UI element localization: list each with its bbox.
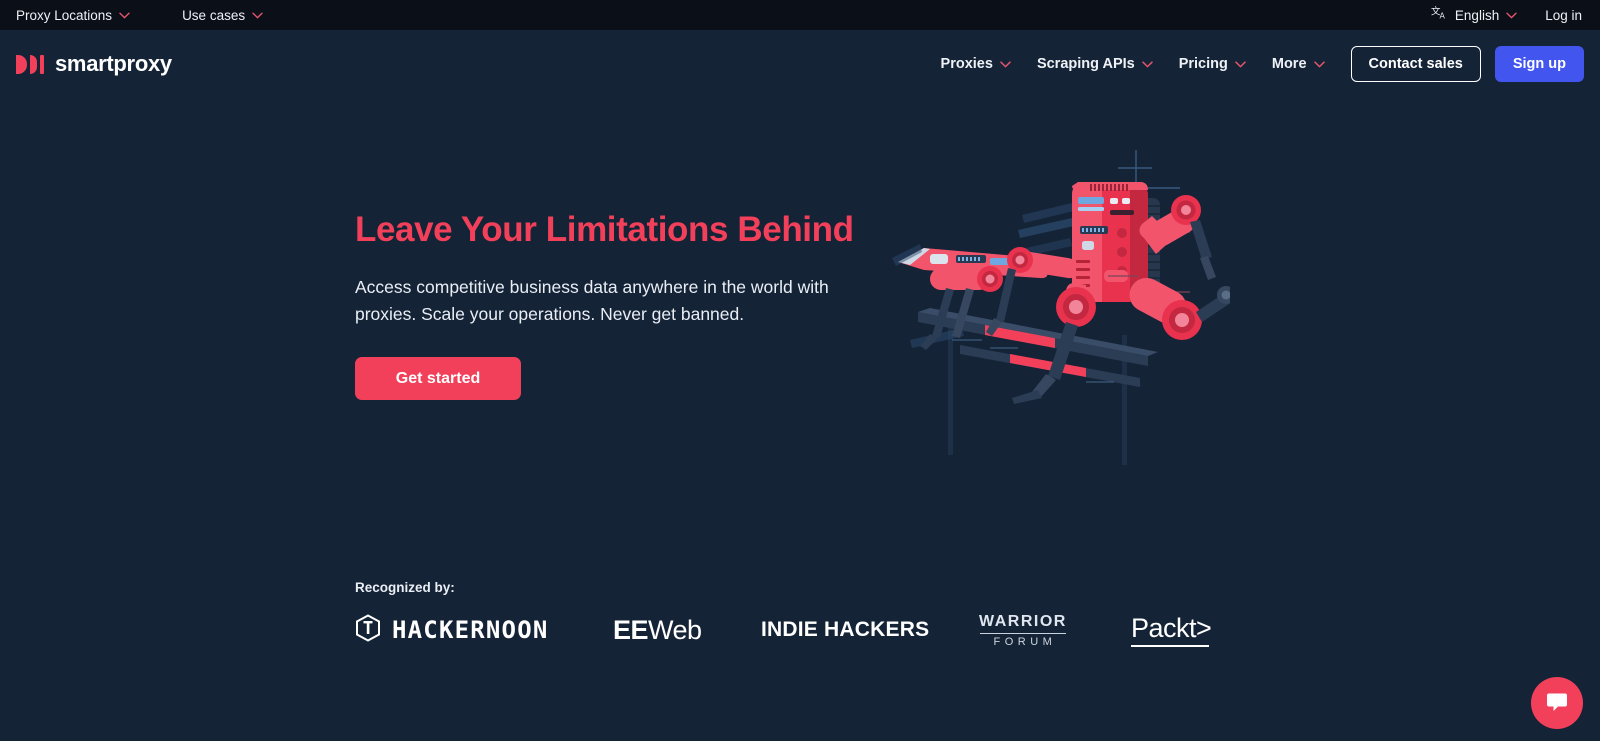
eeweb-logo-text-bold: EE: [613, 614, 649, 645]
chevron-down-icon: [1506, 12, 1517, 19]
hero-section: Leave Your Limitations Behind Access com…: [355, 210, 875, 329]
warrior-forum-logo-text-top: WARRIOR: [979, 612, 1067, 630]
page-root: Proxy Locations Use cases 文 A English Lo…: [0, 0, 1600, 741]
utility-item-use-cases[interactable]: Use cases: [182, 8, 263, 23]
warrior-forum-divider: [979, 632, 1066, 634]
sign-up-button[interactable]: Sign up: [1494, 46, 1584, 82]
nav-item-proxies[interactable]: Proxies: [941, 56, 1011, 72]
utility-item-label: Use cases: [182, 7, 246, 23]
nav-item-label: More: [1271, 56, 1307, 72]
logo-text: smartproxy: [55, 51, 172, 76]
nav-item-label: Pricing: [1178, 56, 1228, 72]
chat-widget-button[interactable]: [1531, 677, 1583, 729]
indie-hackers-logo-text: INDIE HACKERS: [761, 618, 930, 641]
get-started-button[interactable]: Get started: [355, 357, 521, 400]
utility-bar: Proxy Locations Use cases 文 A English Lo…: [0, 0, 1600, 30]
svg-text:A: A: [1439, 12, 1445, 21]
eeweb-logo[interactable]: EEWeb: [613, 608, 761, 652]
nav-item-scraping-apis[interactable]: Scraping APIs: [1037, 56, 1153, 72]
nav-item-pricing[interactable]: Pricing: [1179, 56, 1246, 72]
recognized-by-logos: HACKERNOON EEWeb INDIE HACKERS WARRIOR F…: [355, 608, 1255, 652]
smartproxy-logo[interactable]: smartproxy: [0, 51, 172, 77]
utility-bar-right: 文 A English Log in: [1431, 5, 1600, 25]
utility-item-label: Proxy Locations: [16, 7, 113, 23]
chat-bubble-icon: [1544, 689, 1570, 718]
hackernoon-hex-icon: [355, 613, 381, 647]
main-header: smartproxy Proxies Scraping APIs Pricing: [0, 30, 1600, 98]
chevron-down-icon: [1313, 60, 1325, 68]
utility-item-proxy-locations[interactable]: Proxy Locations: [16, 8, 130, 23]
packt-logo-text: Packt>: [1131, 613, 1212, 643]
hackernoon-logo[interactable]: HACKERNOON: [355, 608, 613, 652]
packt-logo[interactable]: Packt>: [1131, 608, 1251, 652]
chevron-down-icon: [1000, 60, 1011, 68]
login-link[interactable]: Log in: [1545, 8, 1582, 23]
packt-underline: [1131, 645, 1209, 647]
warrior-forum-logo[interactable]: WARRIOR FORUM: [979, 608, 1131, 652]
page-title: Leave Your Limitations Behind: [355, 210, 854, 249]
chevron-down-icon: [1141, 60, 1153, 68]
eeweb-logo-text-light: Web: [648, 614, 702, 645]
recognized-by-label: Recognized by:: [355, 580, 455, 595]
warrior-forum-logo-text-bottom: FORUM: [993, 635, 1057, 648]
nav-item-more[interactable]: More: [1272, 56, 1325, 72]
hackernoon-logo-text: HACKERNOON: [392, 616, 549, 644]
nav-item-label: Proxies: [940, 56, 993, 72]
contact-sales-button[interactable]: Contact sales: [1350, 46, 1481, 82]
utility-bar-left: Proxy Locations Use cases: [0, 8, 315, 23]
language-selector[interactable]: 文 A English: [1431, 5, 1517, 25]
smartproxy-logo-mark-icon: [16, 54, 44, 74]
main-nav: Proxies Scraping APIs Pricing More Conta…: [941, 46, 1600, 82]
language-label: English: [1454, 7, 1500, 23]
chevron-down-icon: [1235, 60, 1246, 68]
translate-icon: 文 A: [1431, 5, 1448, 25]
nav-item-label: Scraping APIs: [1036, 56, 1135, 72]
chevron-down-icon: [252, 12, 263, 19]
robot-dog-illustration: [890, 140, 1230, 470]
chevron-down-icon: [119, 12, 130, 19]
hero-subtitle: Access competitive business data anywher…: [355, 277, 829, 325]
indie-hackers-logo[interactable]: INDIE HACKERS: [761, 608, 979, 652]
